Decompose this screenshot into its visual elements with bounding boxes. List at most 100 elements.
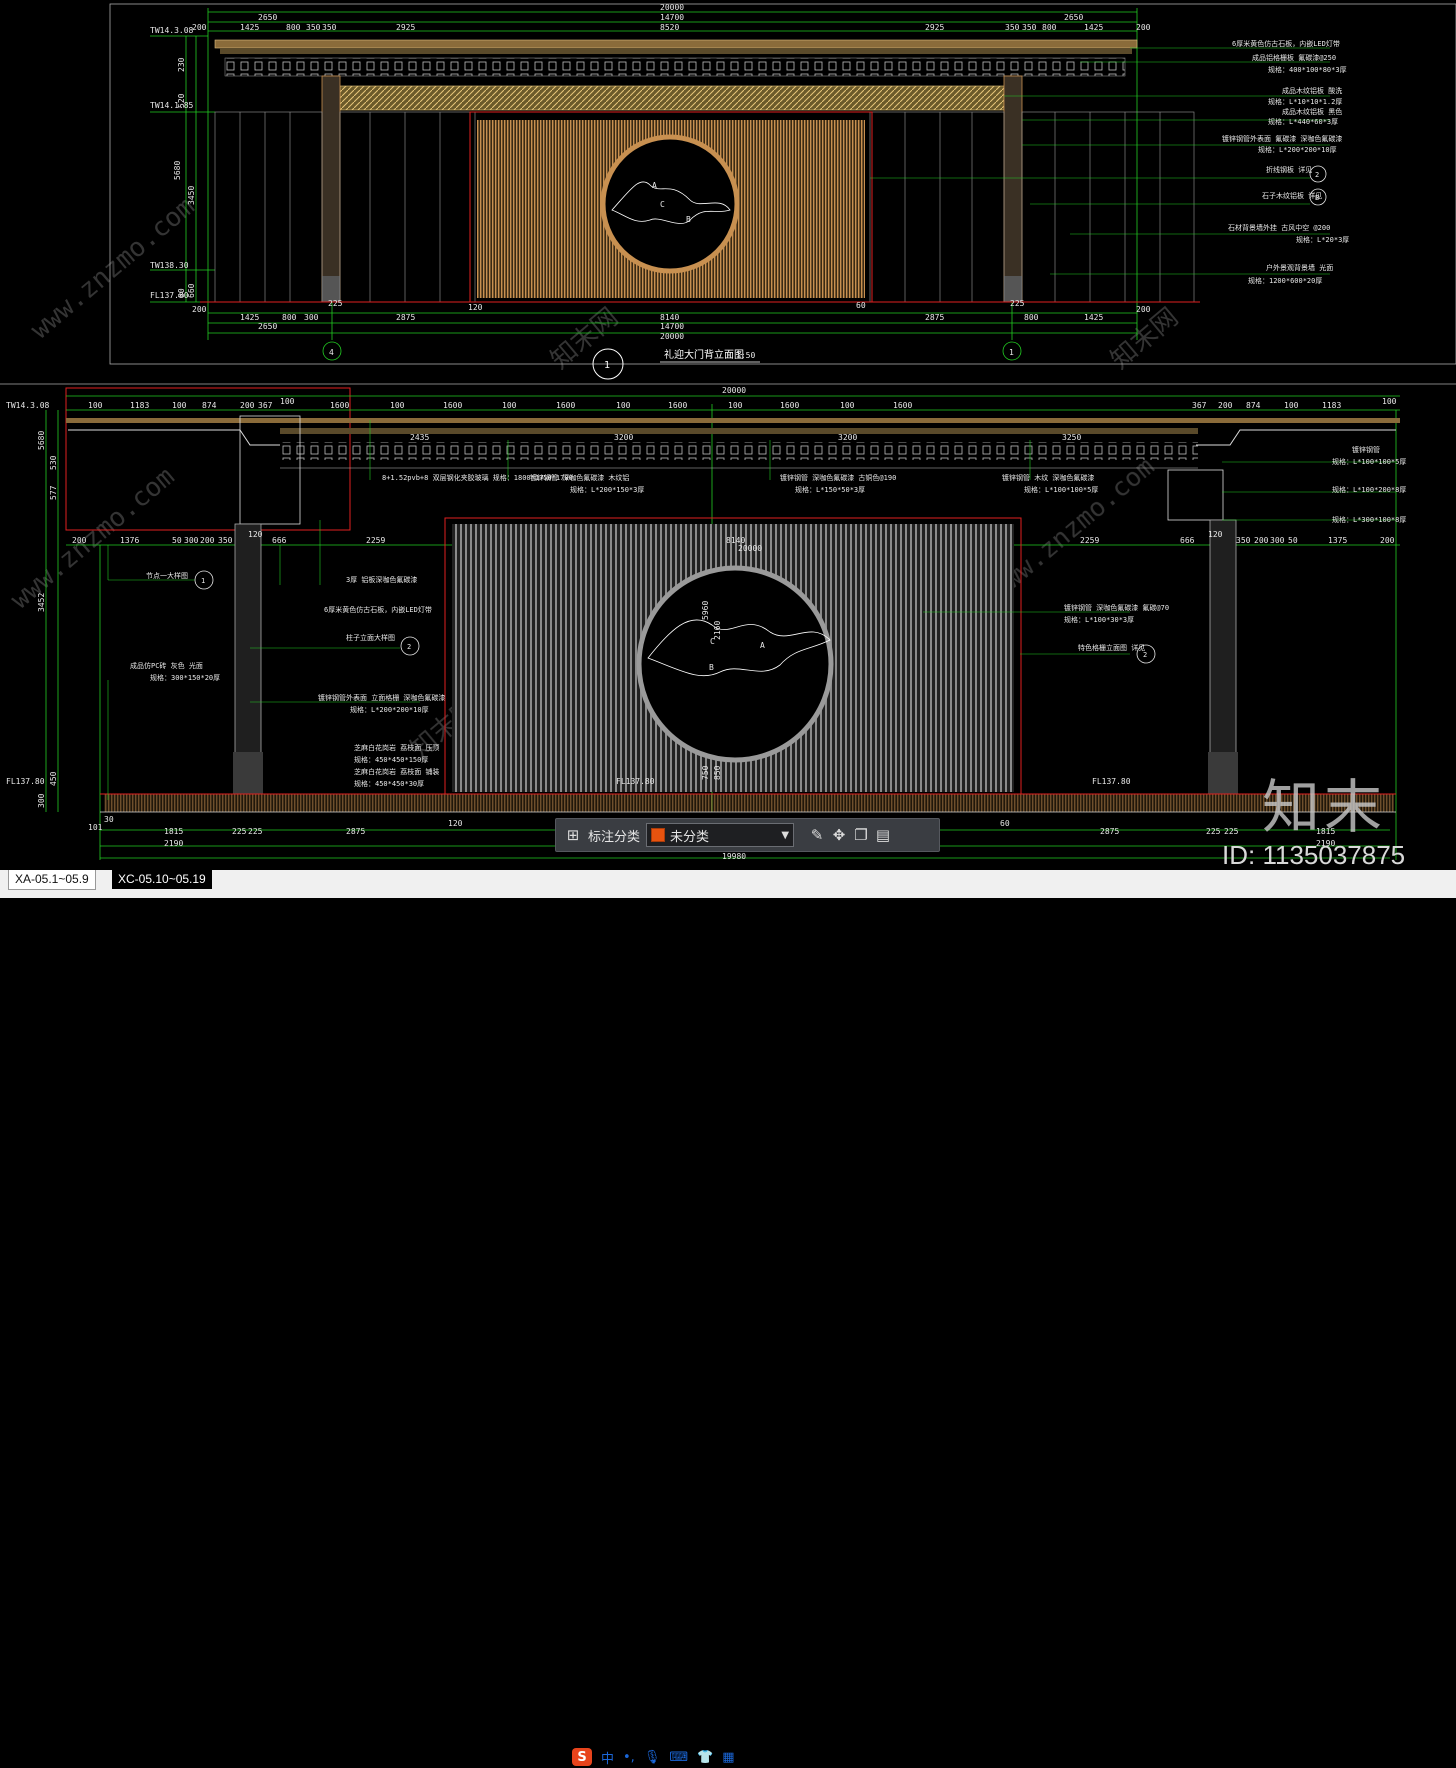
dim-text: 200 (1136, 23, 1151, 32)
dim-text: 874 (1246, 401, 1261, 410)
dim-text: 100 (1284, 401, 1299, 410)
note-text: 镀锌钢管 深咖色氟碳漆 木纹铝 (530, 473, 629, 482)
height-text: 5680 (173, 161, 182, 180)
annotation-category-value: 未分类 (670, 828, 710, 844)
dim-text: 3200 (838, 433, 857, 442)
punctuation-icon[interactable]: •, (623, 1750, 635, 1765)
note-text: 石材背景墙外挂 古风中空 @200 (1228, 223, 1330, 232)
dim-text: 2875 (925, 313, 944, 322)
lower-ground-slab (104, 794, 1394, 812)
note-text: 镀锌钢管外表面 立面格栅 深咖色氟碳漆 (318, 693, 445, 702)
dim-text: 300 (1270, 536, 1285, 545)
tab-layout-xa[interactable]: XA-05.1~05.9 (8, 870, 96, 890)
level-text: TW14.3.08 (150, 26, 194, 35)
canopy-left (68, 429, 280, 446)
dim-text: 300 (304, 313, 319, 322)
note-text: 芝麻白花岗岩 荔枝面 压顶 (354, 743, 439, 752)
cad-drawing-canvas[interactable]: www.znzmo.com 知末网 知末网 www.znzmo.com www.… (0, 0, 1456, 870)
note-text: 成品木纹铝板 黑色 (1282, 107, 1342, 116)
copy-icon[interactable]: ❐ (850, 824, 872, 846)
paste-icon[interactable]: ▤ (872, 824, 894, 846)
faint-watermark: www.znzmo.com (5, 462, 180, 616)
note-text: 规格：L*100*30*3厚 (1064, 615, 1134, 624)
move-icon[interactable]: ✥ (828, 824, 850, 846)
right-column-head (1167, 469, 1224, 521)
dim-text: 100 (390, 401, 405, 410)
note-text: 成品仿PC砖 灰色 光面 (130, 661, 203, 670)
note-text: 规格：450*450*150厚 (354, 755, 428, 764)
dim-text: 225 (328, 299, 343, 308)
callout-text: 1 (201, 577, 205, 585)
note-text: 镀锌钢管 深咖色氟碳漆 古铜色@190 (780, 473, 896, 482)
dim-text: 350 (306, 23, 321, 32)
upper-bottom-dims: 200 1425 800 300 225 2875 120 8140 60 28… (192, 299, 1151, 341)
note-text: 规格：400*100*80*3厚 (1268, 65, 1347, 74)
dim-text: 200 (1218, 401, 1233, 410)
dim-text: 1600 (668, 401, 687, 410)
category-color-swatch (651, 828, 666, 842)
level-text: TW138.30 (150, 261, 189, 270)
circle-label-b: B (709, 663, 714, 672)
level-text: FL137.80 (6, 777, 45, 786)
dim-text: 2875 (396, 313, 415, 322)
upper-notes: 6厚米黄色仿古石板，内嵌LED灯带 成品铝格栅板 氟碳漆@250 规格：400*… (1222, 39, 1349, 285)
dim-text: 20000 (738, 544, 762, 553)
note-text: 石子木纹铝板 详见 (1262, 191, 1322, 200)
dim-text: 367 (258, 401, 273, 410)
callout-text: 2 (1143, 651, 1147, 659)
lower-top-dims: 20000 100 1183 100 874 200 367 100 1600 … (88, 386, 1397, 410)
upper-column-left (321, 75, 341, 303)
dim-text: 120 (1208, 530, 1223, 539)
dim-text: 100 (502, 401, 517, 410)
dim-text: 2875 (1100, 827, 1119, 836)
dim-text: 1815 (164, 827, 183, 836)
circle-label-c: C (660, 200, 665, 209)
dim-text: 200 (192, 305, 207, 314)
skin-icon[interactable]: 👕 (697, 1750, 713, 1765)
annotation-category-label: 标注分类 (588, 828, 641, 844)
height-text: 3452 (37, 593, 46, 612)
microphone-icon[interactable]: 🎙 (644, 1750, 661, 1765)
upper-hatched-beam (339, 85, 1005, 111)
dim-text: 14700 (660, 322, 684, 331)
ime-logo-icon[interactable]: S (572, 1748, 592, 1766)
dim-text: 60 (1000, 819, 1010, 828)
dim-text: 200 (72, 536, 87, 545)
cad-drawing: www.znzmo.com 知末网 知末网 www.znzmo.com www.… (0, 3, 1456, 861)
dim-text: 200 (1254, 536, 1269, 545)
grid-apps-icon[interactable]: ⊞ (562, 824, 584, 846)
ime-mode-indicator[interactable]: 中 (601, 1748, 614, 1767)
note-text: 规格：L*440*60*3厚 (1268, 117, 1338, 126)
dim-text: 300 (184, 536, 199, 545)
dim-text: 200 (1136, 305, 1151, 314)
dim-text: 350 (322, 23, 337, 32)
dim-text: 800 (1024, 313, 1039, 322)
keyboard-icon[interactable]: ⌨ (669, 1750, 688, 1765)
upper-drawing-title: 礼迎大门背立面图 (664, 348, 744, 361)
dim-text: 1600 (893, 401, 912, 410)
height-text: 5680 (37, 431, 46, 450)
lower-column-base (233, 752, 263, 794)
dim-text: 2190 (164, 839, 183, 848)
callout-text: B (1315, 194, 1319, 202)
dim-text: 100 (728, 401, 743, 410)
annotation-category-dropdown[interactable]: 未分类 ▼ (646, 823, 795, 847)
note-text: 规格：L*200*200*10厚 (1258, 145, 1337, 154)
upper-roof-slats (224, 57, 1126, 77)
dim-text: 50 (1288, 536, 1298, 545)
lower-beam-dims: 2435 3200 3200 3250 (410, 433, 1081, 442)
note-text: 节点一大样图 (146, 571, 188, 580)
upper-drawing-scale: 1:50 (736, 351, 755, 360)
upper-level-marks: TW14.3.08 TW14.1.85 TW138.30 FL137.80 23… (150, 26, 196, 300)
tab-layout-xc[interactable]: XC-05.10~05.19 (112, 870, 212, 889)
circle-label-b: B (686, 215, 691, 224)
dim-text: 120 (248, 530, 263, 539)
height-text: 520 (177, 93, 186, 108)
height-text: 300 (37, 793, 46, 808)
note-text: 规格：L*10*10*1.2厚 (1268, 97, 1342, 106)
grid-menu-icon[interactable]: ▦ (722, 1750, 734, 1765)
lower-moon-gate (636, 565, 834, 763)
edit-icon[interactable]: ✎ (806, 824, 828, 846)
dim-text: 20000 (660, 332, 684, 341)
dim-text: 2650 (258, 322, 277, 331)
